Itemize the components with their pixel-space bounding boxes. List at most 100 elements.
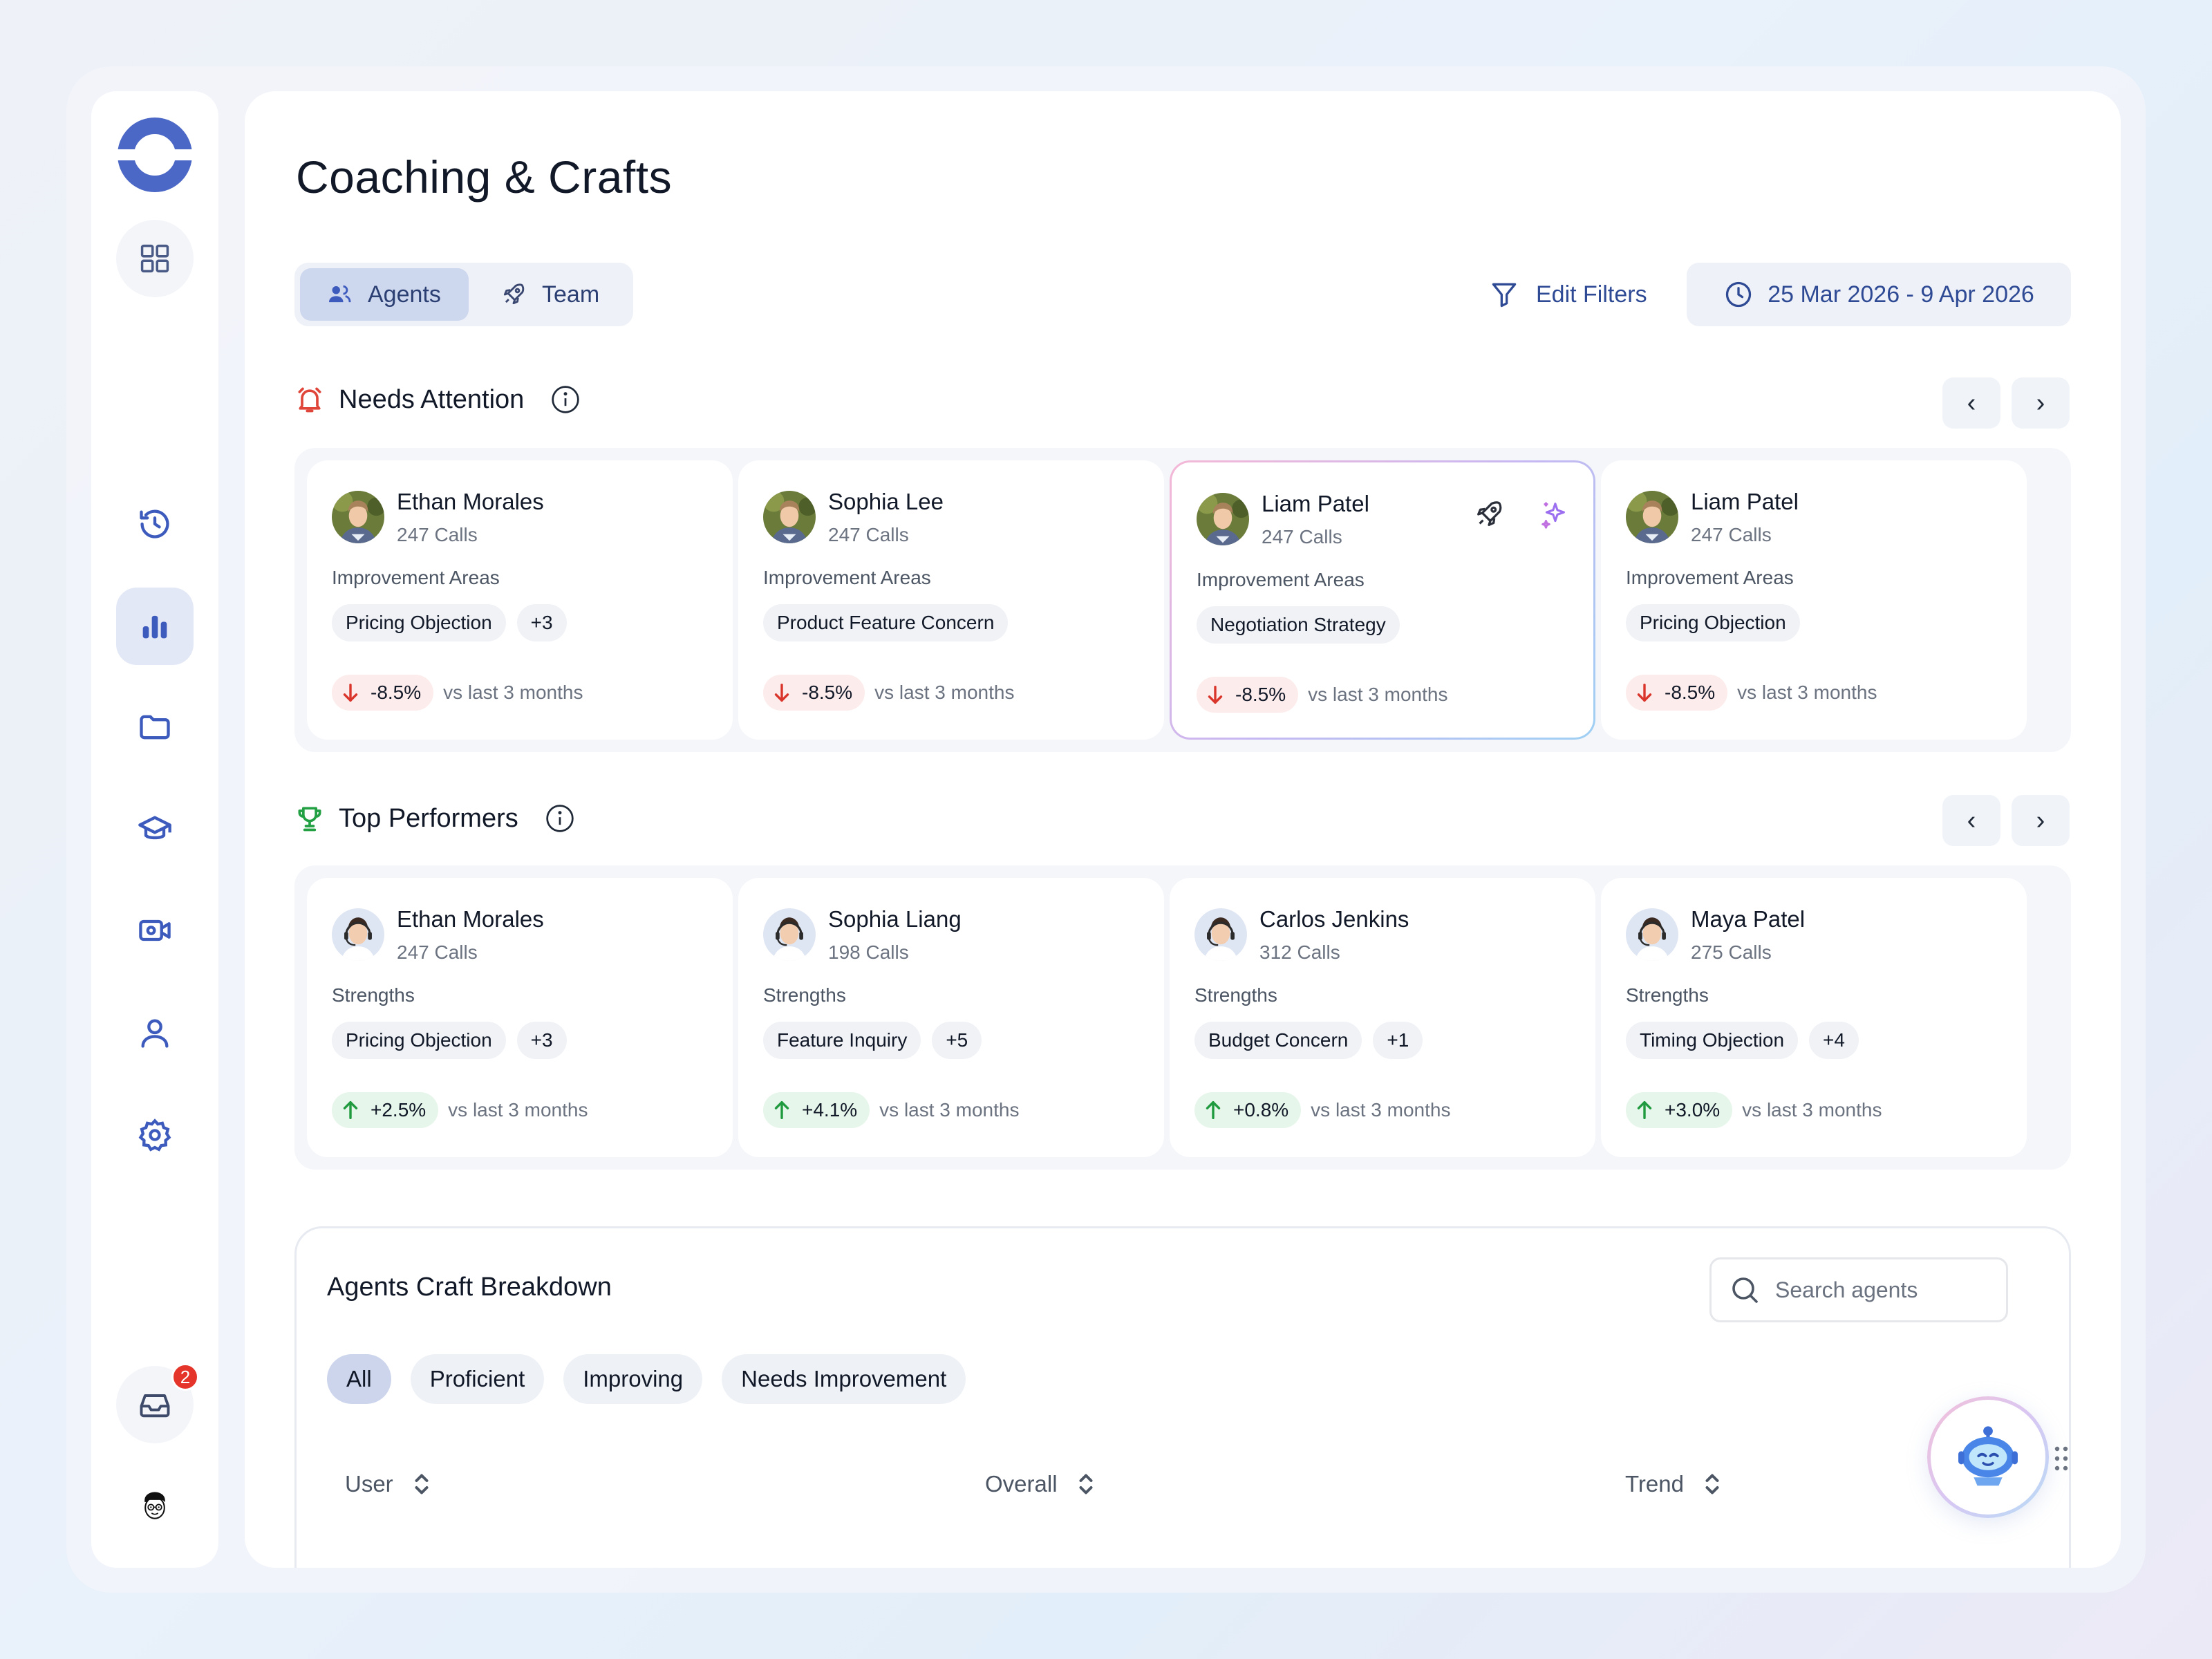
info-icon[interactable] — [550, 384, 581, 415]
avatar — [1626, 491, 1678, 543]
agent-card[interactable]: Sophia Lee 247 Calls Improvement Areas Prod… — [738, 460, 1164, 740]
agent-name: Sophia Liang — [828, 906, 962, 932]
page-title: Coaching & Crafts — [296, 151, 673, 203]
profile-avatar[interactable] — [116, 1467, 194, 1544]
agent-card[interactable]: Liam Patel 247 Calls Improvement Areas Nego… — [1170, 460, 1595, 740]
agent-card[interactable]: Sophia Liang 198 Calls Strengths Feature In… — [738, 878, 1164, 1157]
area-label: Improvement Areas — [763, 567, 931, 588]
avatar — [1197, 493, 1249, 545]
filter-needs-improvement[interactable]: Needs Improvement — [722, 1354, 966, 1404]
trend-value: +2.5% — [371, 1099, 427, 1121]
area-label: Improvement Areas — [332, 567, 500, 588]
robot-icon — [1958, 1426, 2018, 1486]
area-label: Improvement Areas — [1197, 569, 1365, 590]
agent-name: Sophia Lee — [828, 489, 944, 514]
sparkle-icon[interactable] — [1538, 498, 1570, 530]
needs-attention-prev-button[interactable]: ‹ — [1942, 377, 2000, 429]
agent-card[interactable]: Ethan Morales 247 Calls Strengths Pricing O… — [307, 878, 733, 1157]
agent-card[interactable]: Ethan Morales 247 Calls Improvement Areas P… — [307, 460, 733, 740]
inbox-button[interactable]: 2 — [116, 1363, 199, 1443]
tag-list: Negotiation Strategy — [1197, 606, 1568, 644]
bar-chart-icon — [142, 615, 167, 639]
search-field[interactable] — [1709, 1257, 2008, 1322]
trend-value: +3.0% — [1665, 1099, 1721, 1121]
call-count: 247 Calls — [1262, 526, 1342, 547]
search-input[interactable] — [1775, 1277, 1996, 1303]
more-tags-badge[interactable]: +3 — [516, 1022, 567, 1059]
users-icon — [328, 285, 351, 303]
agent-card[interactable]: Carlos Jenkins 312 Calls Strengths Budget C… — [1170, 878, 1595, 1157]
clock-icon — [1726, 281, 1752, 308]
column-header-user[interactable]: User — [345, 1470, 432, 1498]
arrow-up-icon — [1637, 1100, 1652, 1120]
tag-list: Pricing Objection +3 — [332, 604, 708, 641]
sidebar-item-users[interactable] — [116, 994, 194, 1071]
chevron-right-icon: › — [2036, 388, 2045, 418]
column-header-overall[interactable]: Overall — [985, 1470, 1096, 1498]
card-actions — [1473, 498, 1570, 530]
call-count: 247 Calls — [397, 941, 478, 963]
ai-assistant-button[interactable] — [1927, 1396, 2049, 1518]
area-label: Strengths — [763, 984, 846, 1006]
more-tags-badge[interactable]: +4 — [1809, 1022, 1859, 1059]
inbox-icon — [140, 1394, 170, 1418]
info-icon[interactable] — [545, 803, 575, 834]
filter-improving[interactable]: Improving — [563, 1354, 703, 1404]
agent-name: Ethan Morales — [397, 489, 544, 514]
sidebar: 2 — [91, 91, 218, 1568]
column-header-trend[interactable]: Trend — [1625, 1470, 1723, 1498]
area-label: Improvement Areas — [1626, 567, 1794, 588]
trend-comparison: vs last 3 months — [1311, 1099, 1451, 1121]
more-tags-badge[interactable]: +1 — [1373, 1022, 1423, 1059]
agent-card[interactable]: Maya Patel 275 Calls Strengths Timing Objec… — [1601, 878, 2027, 1157]
trend-comparison: vs last 3 months — [448, 1099, 588, 1121]
drag-handle-icon[interactable] — [2053, 1445, 2070, 1472]
trend-value: -8.5% — [1665, 682, 1716, 703]
tag-list: Budget Concern +1 — [1194, 1022, 1571, 1059]
filter-all[interactable]: All — [327, 1354, 391, 1404]
more-tags-badge[interactable]: +3 — [516, 604, 567, 641]
more-tags-badge[interactable]: +5 — [932, 1022, 982, 1059]
area-label: Strengths — [332, 984, 415, 1006]
history-icon — [140, 509, 169, 538]
sidebar-item-learning[interactable] — [116, 791, 194, 868]
trend-row: -8.5% vs last 3 months — [1197, 677, 1568, 713]
tab-agents[interactable]: Agents — [300, 268, 469, 321]
top-performers-header: Top Performers — [294, 803, 575, 834]
sidebar-item-history[interactable] — [116, 485, 194, 563]
sidebar-item-dashboard[interactable] — [116, 220, 194, 297]
edit-filters-button[interactable]: Edit Filters — [1489, 263, 1647, 326]
sidebar-item-recordings[interactable] — [116, 892, 194, 969]
sidebar-item-files[interactable] — [116, 688, 194, 766]
filter-proficient[interactable]: Proficient — [410, 1354, 545, 1404]
top-performers-next-button[interactable]: › — [2012, 795, 2070, 846]
rocket-icon[interactable] — [1473, 498, 1505, 530]
trend-comparison: vs last 3 months — [879, 1099, 1020, 1121]
graduation-cap-icon — [138, 816, 171, 840]
trend-row: -8.5% vs last 3 months — [763, 675, 1139, 711]
agent-name: Maya Patel — [1691, 906, 1806, 932]
trend-comparison: vs last 3 months — [874, 682, 1015, 703]
needs-attention-carousel: Ethan Morales 247 Calls Improvement Areas P… — [294, 448, 2071, 752]
date-range-picker[interactable]: 25 Mar 2026 - 9 Apr 2026 — [1687, 263, 2071, 326]
trend-badge: -8.5% — [763, 675, 865, 711]
status-filters: All Proficient Improving Needs Improveme… — [327, 1354, 966, 1404]
agent-card[interactable]: Liam Patel 247 Calls Improvement Areas Pric… — [1601, 460, 2027, 740]
sidebar-item-settings[interactable] — [116, 1096, 194, 1174]
chevron-left-icon: ‹ — [1967, 388, 1976, 418]
avatar — [332, 491, 384, 543]
edit-filters-label: Edit Filters — [1536, 281, 1647, 308]
sidebar-item-analytics[interactable] — [116, 588, 194, 665]
tab-team[interactable]: Team — [474, 268, 626, 321]
column-header-label: Overall — [985, 1471, 1058, 1497]
view-toggle: Agents Team — [294, 263, 633, 326]
logo-icon[interactable] — [116, 116, 194, 194]
trend-badge: +4.1% — [763, 1092, 870, 1128]
top-performers-prev-button[interactable]: ‹ — [1942, 795, 2000, 846]
needs-attention-next-button[interactable]: › — [2012, 377, 2070, 429]
arrow-down-icon — [343, 683, 358, 702]
trend-row: +3.0% vs last 3 months — [1626, 1092, 2002, 1128]
tag-list: Product Feature Concern — [763, 604, 1139, 641]
call-count: 275 Calls — [1691, 941, 1772, 963]
trend-comparison: vs last 3 months — [1308, 684, 1448, 705]
